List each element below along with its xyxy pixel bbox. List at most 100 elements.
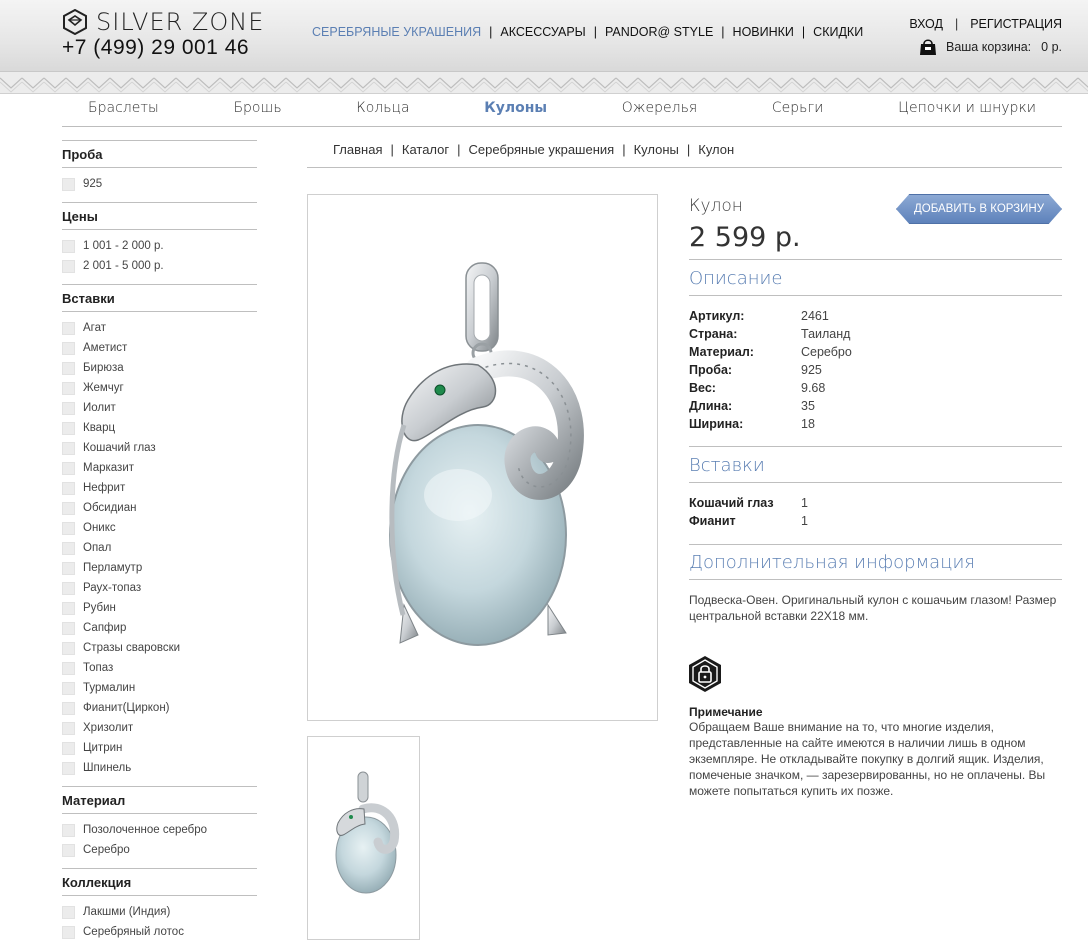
- note-title: Примечание: [689, 705, 763, 719]
- filter-checkbox[interactable]: [62, 259, 75, 273]
- filter-checkbox[interactable]: [62, 401, 75, 415]
- filter-option[interactable]: Оникс: [62, 518, 257, 538]
- filter-option[interactable]: Кварц: [62, 418, 257, 438]
- filter-option[interactable]: Фианит(Циркон): [62, 698, 257, 718]
- filter-option[interactable]: 2 001 - 5 000 р.: [62, 256, 257, 276]
- category-chains[interactable]: Цепочки и шнурки: [898, 100, 1036, 126]
- filter-checkbox[interactable]: [62, 321, 75, 335]
- top-nav-item-sale[interactable]: СКИДКИ: [813, 25, 863, 39]
- filter-option[interactable]: Иолит: [62, 398, 257, 418]
- top-nav-item-accessories[interactable]: АКСЕССУАРЫ: [500, 25, 585, 39]
- filter-option[interactable]: Раух-топаз: [62, 578, 257, 598]
- filter-checkbox[interactable]: [62, 721, 75, 735]
- filter-option[interactable]: Шпинель: [62, 758, 257, 778]
- breadcrumb: Главная | Каталог | Серебряные украшения…: [307, 140, 1062, 168]
- filter-option[interactable]: Агат: [62, 318, 257, 338]
- filter-option-label: Хризолит: [83, 722, 134, 734]
- filter-option[interactable]: Серебро: [62, 840, 257, 860]
- breadcrumb-pendants[interactable]: Кулоны: [634, 142, 679, 157]
- filter-checkbox[interactable]: [62, 701, 75, 715]
- insert-row-value: 1: [801, 496, 808, 510]
- filter-option[interactable]: Лакшми (Индия): [62, 902, 257, 922]
- filter-checkbox[interactable]: [62, 761, 75, 775]
- filter-option[interactable]: Хризолит: [62, 718, 257, 738]
- additional-info-text: Подвеска-Овен. Оригинальный кулон с коша…: [689, 593, 1057, 623]
- top-nav-item-pandora-style[interactable]: PANDOR@ STYLE: [605, 25, 713, 39]
- filter-option[interactable]: Стразы сваровски: [62, 638, 257, 658]
- filter-checkbox[interactable]: [62, 561, 75, 575]
- add-to-cart-button[interactable]: ДОБАВИТЬ В КОРЗИНУ: [896, 194, 1062, 224]
- filter-checkbox[interactable]: [62, 621, 75, 635]
- breadcrumb-silver-jewelry[interactable]: Серебряные украшения: [469, 142, 615, 157]
- filter-option-label: Цитрин: [83, 742, 123, 754]
- filter-checkbox[interactable]: [62, 381, 75, 395]
- filter-checkbox[interactable]: [62, 661, 75, 675]
- filter-option[interactable]: Цитрин: [62, 738, 257, 758]
- category-rings[interactable]: Кольца: [356, 100, 409, 126]
- filter-option[interactable]: Турмалин: [62, 678, 257, 698]
- product-thumbnail[interactable]: [307, 736, 420, 940]
- category-brooch[interactable]: Брошь: [233, 100, 281, 126]
- filter-group-title: Проба: [62, 140, 257, 168]
- filter-checkbox[interactable]: [62, 441, 75, 455]
- filter-option[interactable]: Жемчуг: [62, 378, 257, 398]
- top-nav-item-new[interactable]: НОВИНКИ: [733, 25, 794, 39]
- category-pendants[interactable]: Кулоны: [484, 100, 547, 126]
- product-main-image[interactable]: [307, 194, 658, 721]
- filter-option[interactable]: Кошачий глаз: [62, 438, 257, 458]
- breadcrumb-current: Кулон: [698, 142, 735, 157]
- category-bracelets[interactable]: Браслеты: [88, 100, 159, 126]
- filter-option[interactable]: Нефрит: [62, 478, 257, 498]
- filter-checkbox[interactable]: [62, 905, 75, 919]
- filter-option-label: Серебряный лотос: [83, 926, 184, 938]
- filter-checkbox[interactable]: [62, 341, 75, 355]
- filter-checkbox[interactable]: [62, 641, 75, 655]
- category-earrings[interactable]: Серьги: [772, 100, 824, 126]
- filter-checkbox[interactable]: [62, 481, 75, 495]
- filter-option[interactable]: Обсидиан: [62, 498, 257, 518]
- cart-summary[interactable]: Ваша корзина: 0 р.: [918, 38, 1062, 56]
- filter-checkbox[interactable]: [62, 501, 75, 515]
- breadcrumb-separator: |: [622, 142, 626, 157]
- filter-option[interactable]: 1 001 - 2 000 р.: [62, 236, 257, 256]
- filter-option[interactable]: Рубин: [62, 598, 257, 618]
- filter-option[interactable]: Серебряный лотос: [62, 922, 257, 942]
- filter-checkbox[interactable]: [62, 361, 75, 375]
- inserts-heading: Вставки: [689, 455, 1062, 483]
- breadcrumb-catalog[interactable]: Каталог: [402, 142, 449, 157]
- filter-checkbox[interactable]: [62, 461, 75, 475]
- filter-checkbox[interactable]: [62, 925, 75, 939]
- register-link[interactable]: РЕГИСТРАЦИЯ: [970, 17, 1062, 31]
- filter-option[interactable]: Перламутр: [62, 558, 257, 578]
- filter-checkbox[interactable]: [62, 681, 75, 695]
- filter-checkbox[interactable]: [62, 239, 75, 253]
- category-necklaces[interactable]: Ожерелья: [622, 100, 697, 126]
- filter-checkbox[interactable]: [62, 823, 75, 837]
- breadcrumb-home[interactable]: Главная: [333, 142, 382, 157]
- filter-option[interactable]: Опал: [62, 538, 257, 558]
- filter-checkbox[interactable]: [62, 741, 75, 755]
- top-nav-item-silver-jewelry[interactable]: СЕРЕБРЯНЫЕ УКРАШЕНИЯ: [312, 25, 481, 39]
- filter-checkbox[interactable]: [62, 421, 75, 435]
- filter-checkbox[interactable]: [62, 581, 75, 595]
- filter-option-label: Раух-топаз: [83, 582, 142, 594]
- filter-option[interactable]: Марказит: [62, 458, 257, 478]
- filter-option[interactable]: 925: [62, 174, 257, 194]
- filter-option-label: Турмалин: [83, 682, 136, 694]
- filter-group: Вставки Агат Аметист Бирюза Жемчуг Иолит Кварц…: [62, 284, 257, 786]
- site-header: SILVER ZONE +7 (499) 29 001 46 СЕРЕБРЯНЫ…: [0, 0, 1088, 72]
- spec-row-key: Ширина:: [689, 417, 744, 431]
- filter-option[interactable]: Топаз: [62, 658, 257, 678]
- filter-checkbox[interactable]: [62, 541, 75, 555]
- filter-checkbox[interactable]: [62, 843, 75, 857]
- filter-option[interactable]: Бирюза: [62, 358, 257, 378]
- login-link[interactable]: ВХОД: [909, 17, 943, 31]
- filter-checkbox[interactable]: [62, 521, 75, 535]
- filter-option[interactable]: Аметист: [62, 338, 257, 358]
- filter-checkbox[interactable]: [62, 601, 75, 615]
- filter-option[interactable]: Сапфир: [62, 618, 257, 638]
- filter-checkbox[interactable]: [62, 177, 75, 191]
- logo[interactable]: SILVER ZONE: [62, 8, 264, 36]
- filter-option[interactable]: Позолоченное серебро: [62, 820, 257, 840]
- nav-separator: |: [801, 25, 806, 39]
